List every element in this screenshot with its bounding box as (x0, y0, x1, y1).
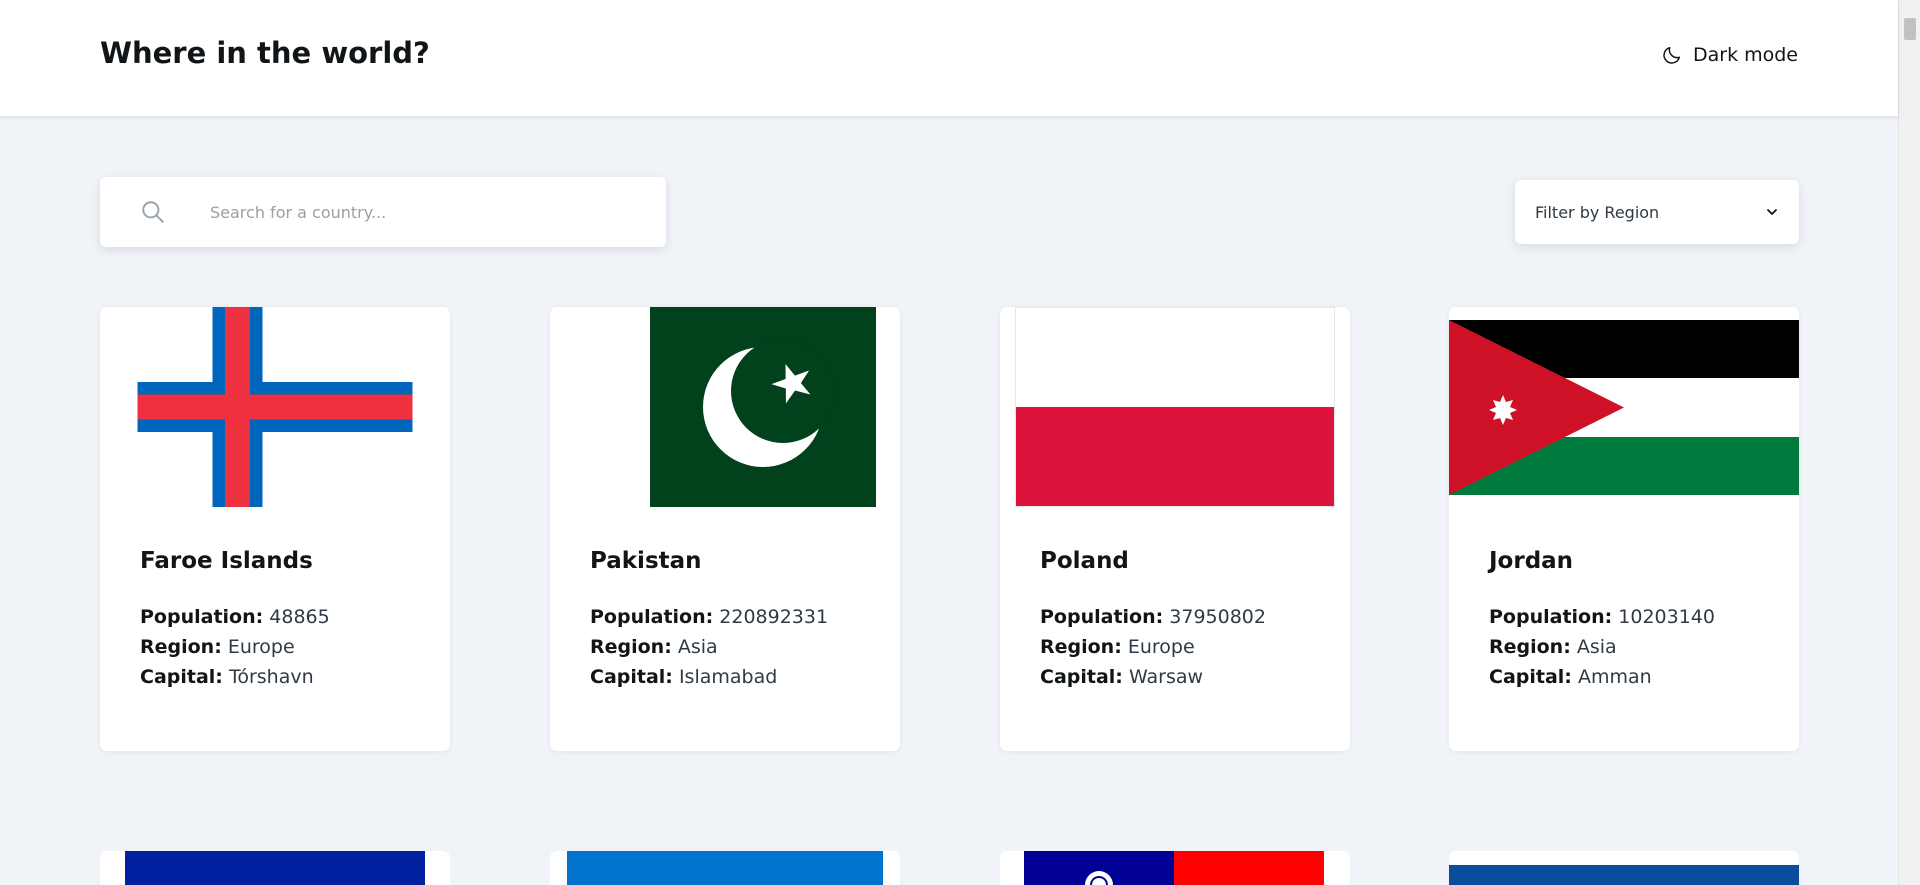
blue-flag (125, 851, 425, 885)
poland-flag (1015, 307, 1335, 507)
region-value: Europe (227, 636, 295, 658)
country-name: Poland (1040, 548, 1129, 574)
capital-value: Islamabad (678, 666, 778, 688)
pakistan-flag (650, 307, 876, 507)
capital-row: Capital: Warsaw (1040, 666, 1204, 688)
capital-value: Warsaw (1128, 666, 1204, 688)
population-row: Population: 37950802 (1040, 606, 1266, 628)
population-value: 37950802 (1169, 606, 1266, 628)
light-blue-flag (567, 851, 883, 885)
blue-white-flag (1449, 851, 1799, 885)
moon-icon (1663, 46, 1681, 64)
capital-row: Capital: Tórshavn (140, 666, 314, 688)
capital-row: Capital: Amman (1489, 666, 1652, 688)
country-name: Faroe Islands (140, 548, 313, 574)
population-row: Population: 220892331 (590, 606, 829, 628)
country-stats: Population: 37950802 Region: Europe Capi… (1040, 602, 1266, 692)
page-scrollbar[interactable] (1898, 0, 1920, 885)
dark-mode-label: Dark mode (1692, 44, 1798, 66)
country-flag (100, 307, 450, 507)
capital-value: Tórshavn (228, 666, 314, 688)
region-filter-label: Filter by Region (1535, 202, 1660, 222)
region-value: Asia (677, 636, 718, 658)
region-value: Europe (1127, 636, 1195, 658)
header: Where in the world? Dark mode (0, 0, 1898, 116)
region-value: Asia (1576, 636, 1617, 658)
country-name: Jordan (1489, 548, 1574, 574)
search-input[interactable] (210, 192, 630, 232)
capital-row: Capital: Islamabad (590, 666, 778, 688)
country-card[interactable]: Faroe Islands Population: 48865 Region: … (100, 307, 450, 751)
region-row: Region: Europe (140, 636, 295, 658)
jordan-flag (1449, 320, 1799, 495)
region-filter-dropdown[interactable]: Filter by Region (1515, 180, 1799, 244)
population-value: 10203140 (1618, 606, 1715, 628)
region-row: Region: Europe (1040, 636, 1195, 658)
scrollbar-thumb[interactable] (1904, 18, 1916, 40)
country-flag (1449, 307, 1799, 507)
country-card[interactable]: Poland Population: 37950802 Region: Euro… (1000, 307, 1350, 751)
taiwan-flag (1024, 851, 1324, 885)
country-stats: Population: 220892331 Region: Asia Capit… (590, 602, 828, 692)
region-row: Region: Asia (1489, 636, 1617, 658)
country-card[interactable] (1000, 851, 1350, 885)
country-stats: Population: 10203140 Region: Asia Capita… (1489, 602, 1715, 692)
faroe-islands-flag (137, 307, 413, 507)
country-stats: Population: 48865 Region: Europe Capital… (140, 602, 330, 692)
country-card[interactable]: Jordan Population: 10203140 Region: Asia… (1449, 307, 1799, 751)
capital-value: Amman (1577, 666, 1652, 688)
country-card[interactable] (100, 851, 450, 885)
region-row: Region: Asia (590, 636, 718, 658)
country-card[interactable] (550, 851, 900, 885)
country-card[interactable]: Pakistan Population: 220892331 Region: A… (550, 307, 900, 751)
country-flag (550, 307, 900, 507)
country-flag (1000, 307, 1350, 507)
dark-mode-toggle[interactable]: Dark mode (1661, 44, 1798, 66)
population-value: 220892331 (719, 606, 829, 628)
search-box[interactable] (100, 177, 666, 247)
search-icon (142, 201, 164, 223)
app-title[interactable]: Where in the world? (100, 36, 430, 70)
chevron-down-icon (1767, 209, 1777, 215)
population-row: Population: 48865 (140, 606, 330, 628)
population-row: Population: 10203140 (1489, 606, 1715, 628)
population-value: 48865 (269, 606, 330, 628)
country-card[interactable] (1449, 851, 1799, 885)
country-name: Pakistan (590, 548, 702, 574)
